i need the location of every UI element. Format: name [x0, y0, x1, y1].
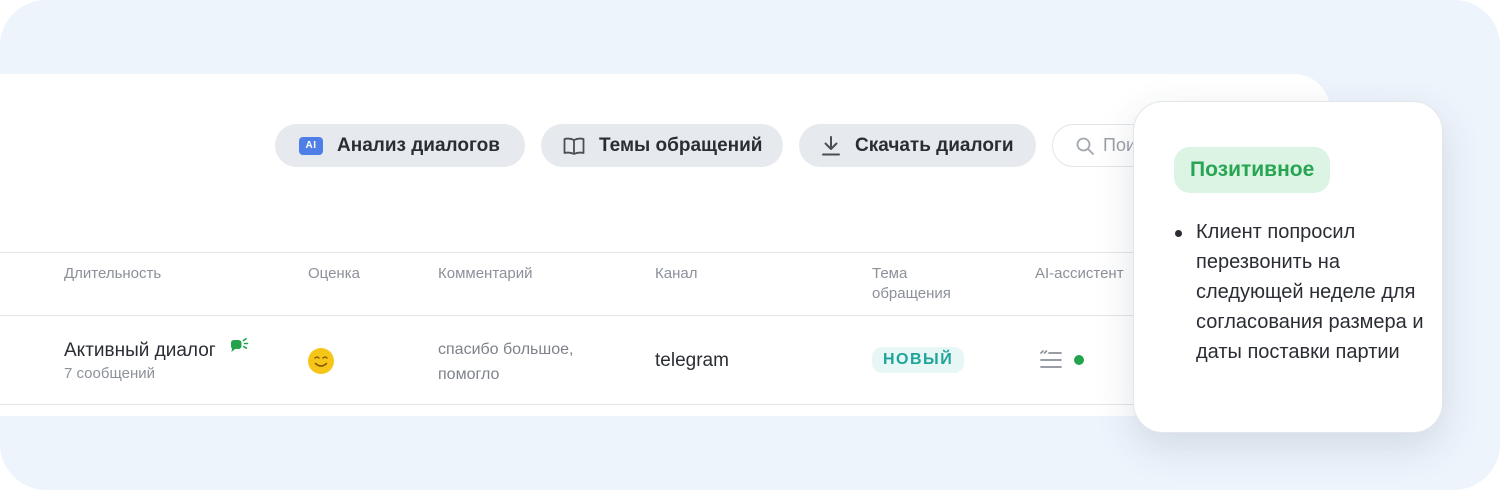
book-icon	[563, 137, 585, 155]
column-header-topic[interactable]: Тема обращения	[872, 264, 951, 304]
duration-cell: Активный диалог 7 сообщений	[64, 338, 250, 382]
column-header-comment[interactable]: Комментарий	[438, 264, 532, 284]
topic-tag[interactable]: НОВЫЙ	[872, 347, 965, 373]
analysis-button[interactable]: AI Анализ диалогов	[275, 124, 525, 167]
ai-summary-popup: Позитивное Клиент попросил перезвонить н…	[1133, 101, 1443, 433]
table-top-divider	[0, 252, 1160, 253]
comment-line1: спасибо большое,	[438, 341, 574, 358]
summary-text: Клиент попросил перезвонить на следующей…	[1196, 221, 1424, 363]
assistant-status-dot	[1074, 355, 1084, 365]
topics-button-label: Темы обращений	[599, 134, 763, 156]
active-chat-icon	[228, 338, 250, 356]
column-header-ai-assistant[interactable]: AI-ассистент	[1035, 264, 1124, 284]
topic-cell: НОВЫЙ	[872, 347, 965, 373]
column-header-topic-line2: обращения	[872, 285, 951, 302]
download-icon	[821, 135, 841, 157]
summary-icon[interactable]	[1039, 350, 1063, 370]
download-button[interactable]: Скачать диалоги	[799, 124, 1036, 167]
bullet-point	[1175, 230, 1182, 237]
topics-button[interactable]: Темы обращений	[541, 124, 783, 167]
sentiment-badge: Позитивное	[1174, 147, 1331, 193]
download-button-label: Скачать диалоги	[855, 134, 1014, 156]
column-header-topic-line1: Тема	[872, 265, 908, 282]
ai-icon: AI	[299, 136, 323, 155]
analysis-button-label: Анализ диалогов	[337, 134, 500, 156]
row-divider	[0, 404, 1160, 405]
column-header-rating[interactable]: Оценка	[308, 264, 360, 284]
column-header-duration[interactable]: Длительность	[64, 264, 161, 284]
comment-line2: помогло	[438, 366, 500, 383]
dialog-status: Активный диалог	[64, 340, 216, 361]
comment-cell: спасибо большое, помогло	[438, 337, 573, 387]
message-count: 7 сообщений	[64, 365, 156, 382]
column-header-channel[interactable]: Канал	[655, 264, 697, 284]
header-divider	[0, 315, 1160, 316]
search-icon	[1075, 136, 1095, 156]
ai-assistant-cell	[1039, 350, 1084, 370]
rating-smile-icon	[307, 347, 335, 380]
channel-cell: telegram	[655, 350, 729, 371]
